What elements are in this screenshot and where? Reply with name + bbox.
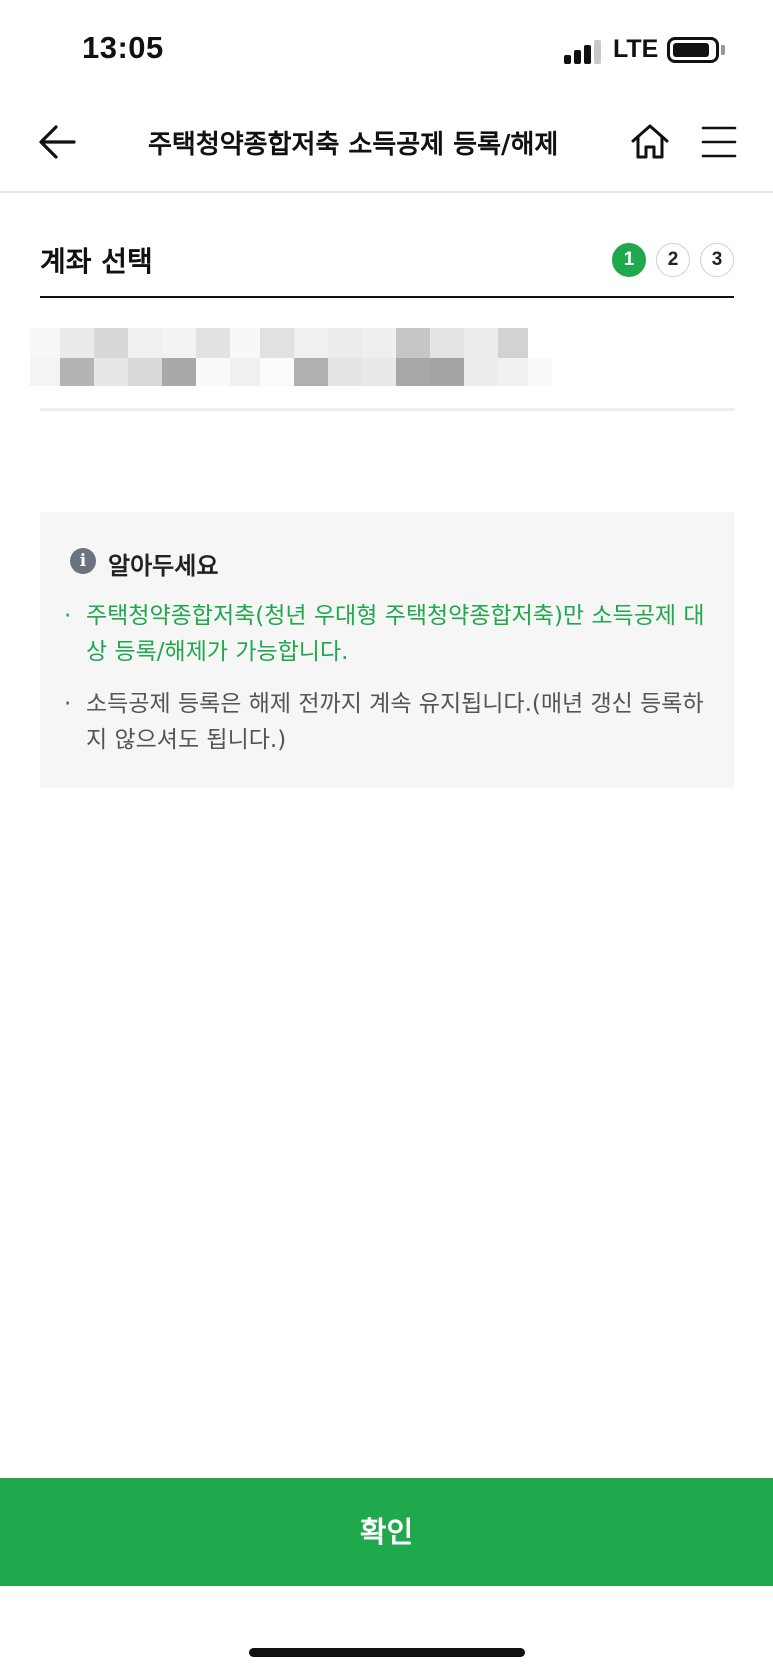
account-divider xyxy=(40,408,734,411)
back-button[interactable] xyxy=(34,118,82,166)
section-title: 계좌 선택 xyxy=(40,245,153,278)
menu-button[interactable] xyxy=(697,122,741,162)
step-2: 2 xyxy=(656,243,690,277)
back-arrow-icon xyxy=(39,125,76,159)
home-icon xyxy=(631,124,669,159)
page-title: 주택청약종합저축 소득공제 등록/해제 xyxy=(148,130,559,160)
home-button[interactable] xyxy=(628,120,672,164)
signal-bars-icon xyxy=(564,38,602,64)
notice-item-text: 주택청약종합저축(청년 우대형 주택청약종합저축)만 소득공제 대상 등록/해제… xyxy=(86,603,705,665)
step-3: 3 xyxy=(700,243,734,277)
bullet: · xyxy=(64,691,72,717)
battery-tip xyxy=(721,45,725,55)
notice-item-text: 소득공제 등록은 해제 전까지 계속 유지됩니다.(매년 갱신 등록하지 않으셔… xyxy=(86,691,704,753)
status-time: 13:05 xyxy=(82,30,164,65)
confirm-button[interactable]: 확인 xyxy=(0,1478,773,1586)
notice-item-renewal: · 소득공제 등록은 해제 전까지 계속 유지됩니다.(매년 갱신 등록하지 않… xyxy=(64,686,706,758)
notice-item-eligibility: · 주택청약종합저축(청년 우대형 주택청약종합저축)만 소득공제 대상 등록/… xyxy=(64,598,706,670)
battery-icon xyxy=(667,37,719,63)
notice-title: 알아두세요 xyxy=(108,552,219,580)
hamburger-menu-icon xyxy=(701,126,737,158)
info-icon: i xyxy=(70,548,96,574)
section-divider xyxy=(40,296,734,298)
step-1: 1 xyxy=(612,243,646,277)
account-select[interactable] xyxy=(30,320,734,390)
notice-box: i 알아두세요 · 주택청약종합저축(청년 우대형 주택청약종합저축)만 소득공… xyxy=(40,512,734,788)
app-header: 주택청약종합저축 소득공제 등록/해제 xyxy=(0,100,773,193)
home-indicator xyxy=(249,1648,525,1657)
screen: 13:05 LTE 주택청약종합저축 소득공제 등록/해제 계좌 선택 1 2 … xyxy=(0,0,773,1673)
status-bar: 13:05 LTE xyxy=(0,0,773,100)
bullet: · xyxy=(64,603,72,629)
network-label: LTE xyxy=(613,35,659,63)
